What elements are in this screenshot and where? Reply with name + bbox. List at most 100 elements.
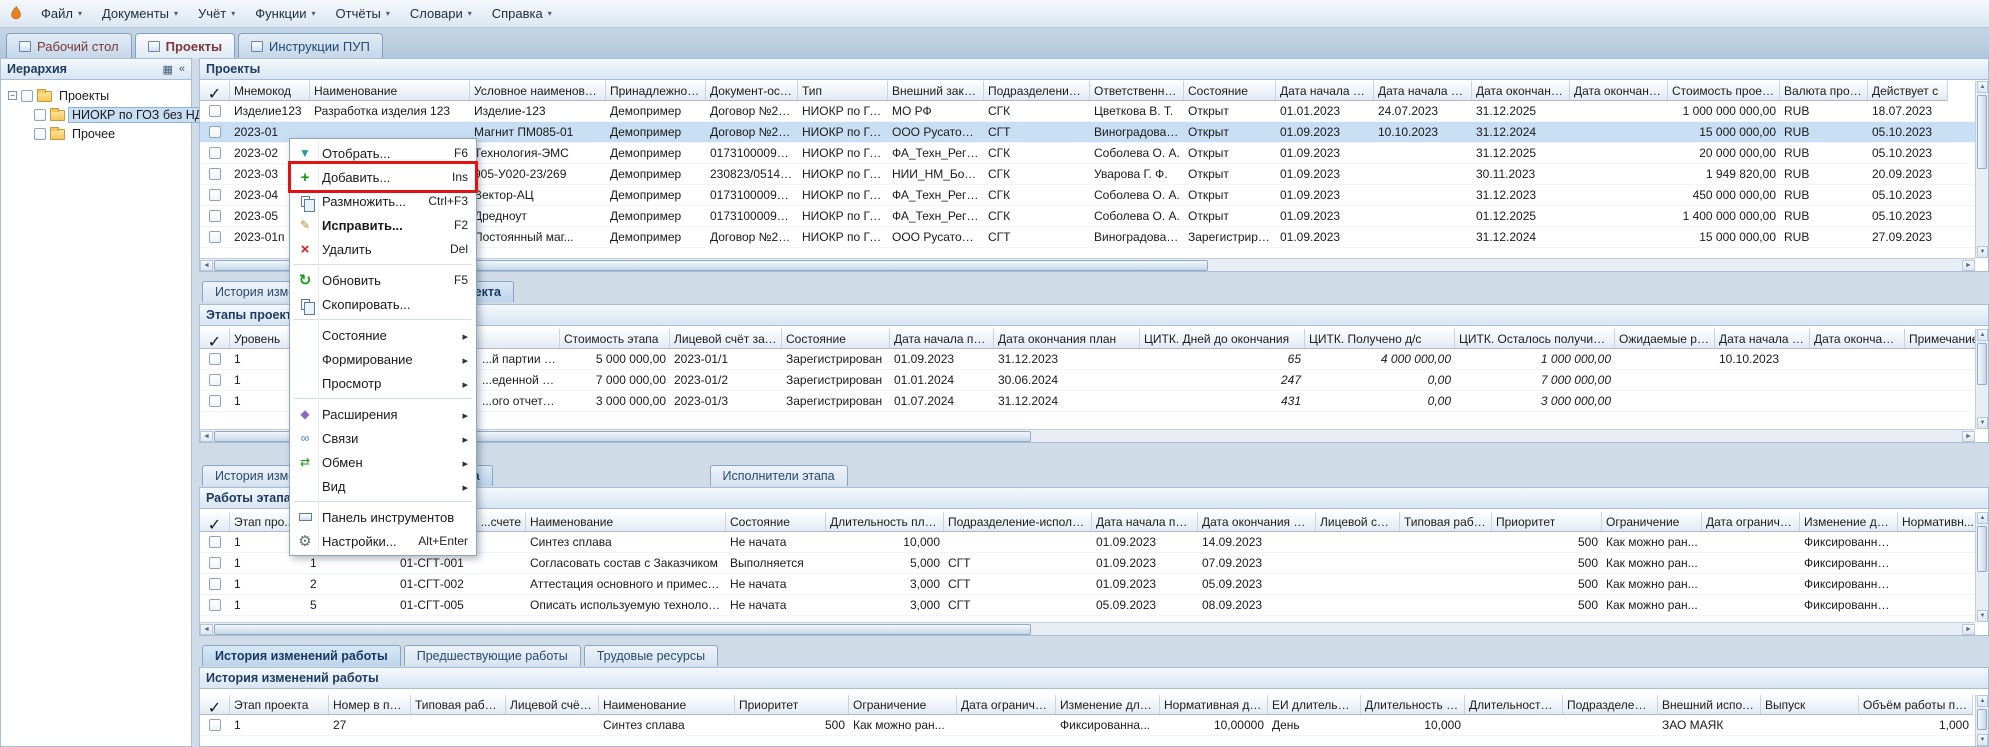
column-header[interactable]: ЦИТК. Получено д/с: [1305, 329, 1455, 349]
column-header[interactable]: Мнемокод: [230, 81, 310, 101]
scroll-thumb[interactable]: [1977, 95, 1987, 169]
row-checkbox[interactable]: [209, 395, 221, 407]
menu-item-formation[interactable]: Формирование: [292, 347, 474, 371]
column-header[interactable]: Ответственный: [1090, 81, 1184, 101]
tab-instructions-pup[interactable]: Инструкции ПУП: [238, 33, 383, 58]
tab-desktop[interactable]: Рабочий стол: [6, 33, 132, 58]
menu-item-refresh[interactable]: ↻ОбновитьF5: [292, 268, 474, 292]
row-checkbox[interactable]: [209, 189, 221, 201]
column-header[interactable]: Лицевой счёт затр: [506, 695, 599, 715]
column-header[interactable]: Дата ограничения: [957, 695, 1056, 715]
tab-stage-executors[interactable]: Исполнители этапа: [710, 465, 848, 486]
column-header[interactable]: Длительность план: [826, 512, 944, 532]
column-header[interactable]: Лицевой счёт затр: [1316, 512, 1400, 532]
column-header[interactable]: Тип: [798, 81, 888, 101]
works-hscrollbar[interactable]: [200, 622, 1975, 635]
column-header[interactable]: Дата окончания ф...: [1810, 329, 1905, 349]
column-header[interactable]: Длительность фак...: [1465, 695, 1563, 715]
menu-reports[interactable]: Отчёты: [327, 2, 399, 25]
scroll-right-icon[interactable]: [1962, 624, 1975, 635]
column-header[interactable]: Типовая работа: [1400, 512, 1492, 532]
row-checkbox[interactable]: [209, 231, 221, 243]
scroll-down-icon[interactable]: [1977, 734, 1988, 746]
menu-file[interactable]: Файл: [32, 2, 91, 25]
scroll-left-icon[interactable]: [200, 431, 213, 442]
column-header[interactable]: Состояние: [1184, 81, 1276, 101]
column-header[interactable]: Подразделение-исполнитель...: [944, 512, 1092, 532]
menu-item-select[interactable]: ▼Отобрать...F6: [292, 141, 474, 165]
column-header[interactable]: Приоритет: [1492, 512, 1602, 532]
column-header[interactable]: Наименование: [599, 695, 735, 715]
collapse-panel-icon[interactable]: [179, 63, 185, 76]
column-header[interactable]: Стоимость этапа: [560, 329, 670, 349]
scroll-right-icon[interactable]: [1962, 260, 1975, 271]
scroll-down-icon[interactable]: [1977, 417, 1988, 429]
scroll-up-icon[interactable]: [1977, 512, 1988, 524]
works-row[interactable]: 1501-СГТ-005Описать используемую техноло…: [200, 595, 1975, 616]
scroll-up-icon[interactable]: [1977, 329, 1988, 341]
menu-item-delete[interactable]: ×УдалитьDel: [292, 237, 474, 261]
row-checkbox[interactable]: [209, 536, 221, 548]
collapse-node-icon[interactable]: [8, 91, 17, 100]
column-header[interactable]: Дата начала план: [890, 329, 994, 349]
column-header[interactable]: Лицевой счёт затрат.: [670, 329, 782, 349]
row-checkbox[interactable]: [209, 210, 221, 222]
menu-item-duplicate[interactable]: Размножить...Ctrl+F3: [292, 189, 474, 213]
menu-item-toolbar[interactable]: Панель инструментов: [292, 505, 474, 529]
column-header[interactable]: Документ-основан...: [706, 81, 798, 101]
column-header[interactable]: Ограничение: [1602, 512, 1702, 532]
column-header[interactable]: Приоритет: [735, 695, 849, 715]
menu-item-links[interactable]: ∞Связи: [292, 426, 474, 450]
menu-item-extensions[interactable]: ◆Расширения: [292, 402, 474, 426]
column-header[interactable]: Дата окончания п...: [1472, 81, 1570, 101]
column-header[interactable]: Изменение длител: [1800, 512, 1898, 532]
column-header[interactable]: Принадлежность: [606, 81, 706, 101]
column-header[interactable]: Нормативн...: [1898, 512, 1975, 532]
menu-documents[interactable]: Документы: [93, 2, 187, 25]
column-header[interactable]: Подразделение-от...: [984, 81, 1090, 101]
row-checkbox[interactable]: [209, 126, 221, 138]
works-row[interactable]: 1101-СГТ-001Согласовать состав с Заказчи…: [200, 553, 1975, 574]
tree-item-niokr[interactable]: НИОКР по ГОЗ без НДС: [34, 105, 191, 124]
tree-item-projects-root[interactable]: Проекты: [8, 86, 191, 105]
column-header[interactable]: Дата окончания ф...: [1570, 81, 1668, 101]
menu-item-copy[interactable]: Скопировать...: [292, 292, 474, 316]
scroll-up-icon[interactable]: [1977, 695, 1988, 707]
column-header[interactable]: ЕИ длительности: [1268, 695, 1361, 715]
column-header[interactable]: Объём работы пл...: [1859, 695, 1973, 715]
column-header[interactable]: Стоимость проект...: [1668, 81, 1780, 101]
column-header[interactable]: ЦИТК. Дней до окончания: [1140, 329, 1305, 349]
column-header[interactable]: Условное наименование: [470, 81, 606, 101]
scroll-up-icon[interactable]: [1977, 81, 1988, 93]
column-header[interactable]: Примечание: [1905, 329, 1975, 349]
column-header[interactable]: ЦИТК. Осталось получить д/с: [1455, 329, 1615, 349]
tree-checkbox[interactable]: [34, 128, 46, 140]
menu-item-state[interactable]: Состояние: [292, 323, 474, 347]
works-row[interactable]: 1201-СГТ-002Аттестация основного и приме…: [200, 574, 1975, 595]
column-header[interactable]: Дата начала план.: [1276, 81, 1374, 101]
scroll-left-icon[interactable]: [200, 624, 213, 635]
scroll-thumb[interactable]: [1977, 343, 1987, 385]
column-header[interactable]: Типовая работа: [411, 695, 506, 715]
menu-item-preview[interactable]: Просмотр: [292, 371, 474, 395]
menu-item-exchange[interactable]: ⇄Обмен: [292, 450, 474, 474]
tab-work-labor[interactable]: Трудовые ресурсы: [584, 645, 718, 666]
scroll-down-icon[interactable]: [1977, 246, 1988, 258]
column-header[interactable]: Дата окончания план: [994, 329, 1140, 349]
history-vscrollbar[interactable]: [1975, 695, 1988, 746]
select-all-column-header[interactable]: [200, 329, 230, 349]
column-header[interactable]: Дата начала факт: [1715, 329, 1810, 349]
menu-dictionaries[interactable]: Словари: [401, 2, 481, 25]
column-header[interactable]: Валюта проекта: [1780, 81, 1868, 101]
menu-item-view[interactable]: Вид: [292, 474, 474, 498]
scroll-thumb[interactable]: [1977, 526, 1987, 572]
scroll-left-icon[interactable]: [200, 260, 213, 271]
row-checkbox[interactable]: [209, 168, 221, 180]
select-all-column-header[interactable]: [200, 512, 230, 532]
grid-view-icon[interactable]: [162, 63, 172, 76]
projects-row[interactable]: Изделие123Разработка изделия 123Изделие-…: [200, 101, 1975, 122]
tab-work-predecessors[interactable]: Предшествующие работы: [404, 645, 581, 666]
stages-vscrollbar[interactable]: [1975, 329, 1988, 429]
row-checkbox[interactable]: [209, 353, 221, 365]
menu-accounting[interactable]: Учёт: [189, 2, 244, 25]
